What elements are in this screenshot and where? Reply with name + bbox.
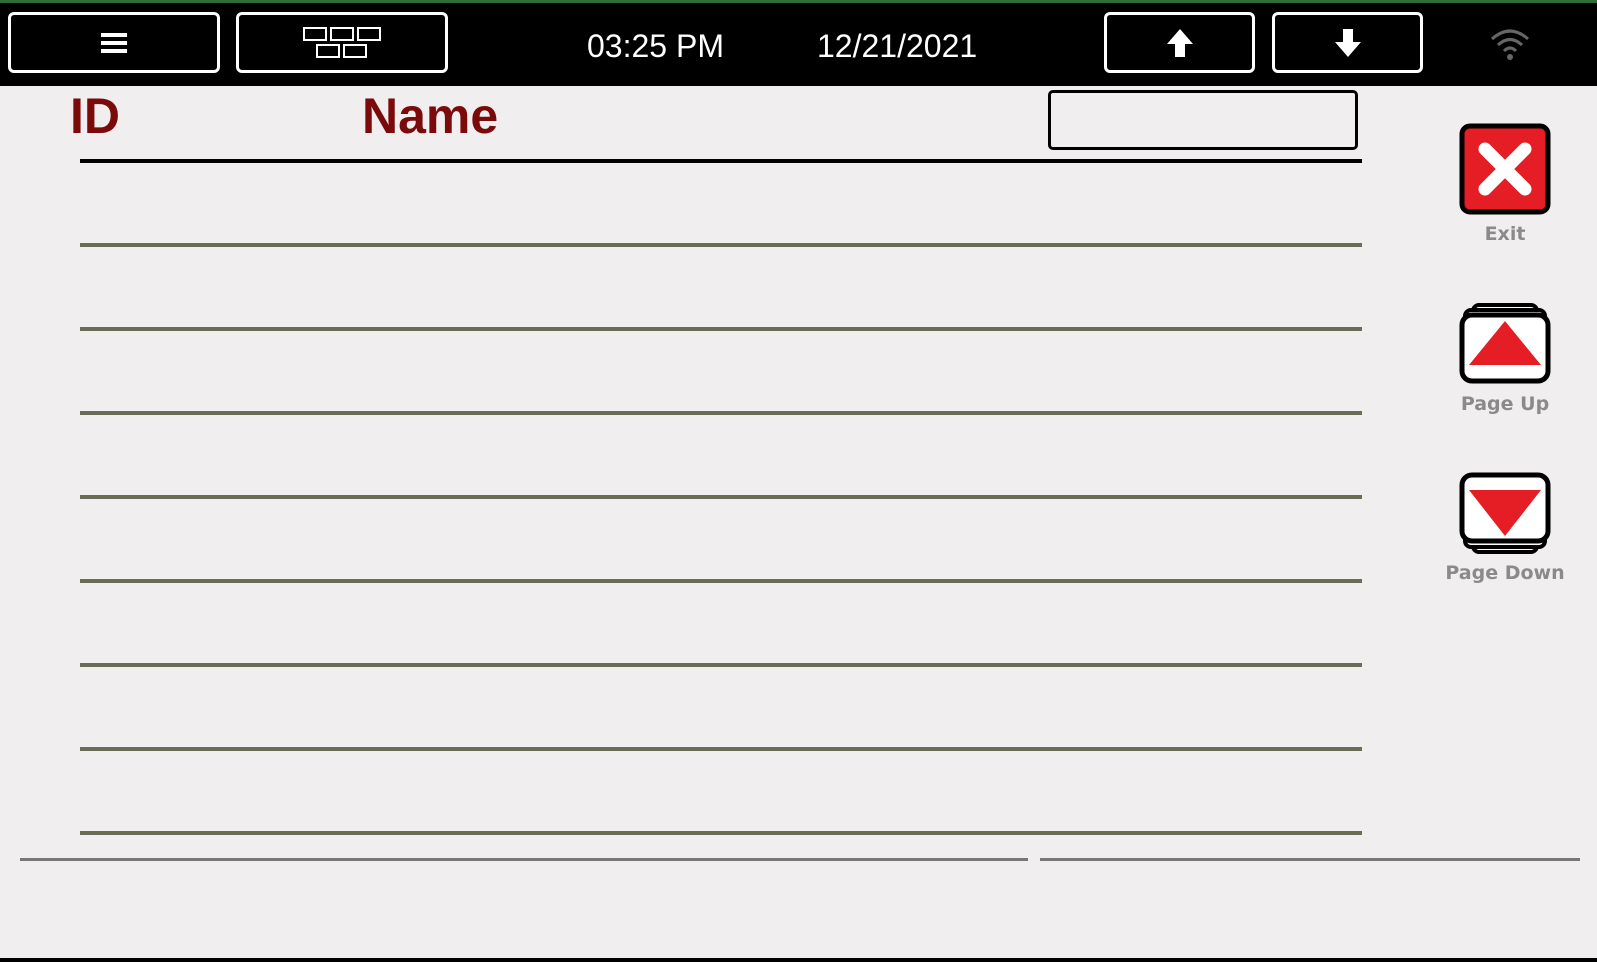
hamburger-icon <box>101 32 127 53</box>
table-row[interactable] <box>80 247 1362 331</box>
footer-divider-left <box>20 858 1028 861</box>
menu-button[interactable] <box>8 12 220 73</box>
page-down-icon <box>1459 472 1551 554</box>
page-down-label: Page Down <box>1445 562 1565 584</box>
scroll-down-button[interactable] <box>1272 12 1423 73</box>
table-row[interactable] <box>80 331 1362 415</box>
page-up-button[interactable]: Page Up <box>1445 303 1565 416</box>
exit-button[interactable]: Exit <box>1445 123 1565 246</box>
top-bar: 03:25 PM 12/21/2021 <box>0 0 1597 86</box>
grid-layout-icon <box>303 26 381 58</box>
page-up-label: Page Up <box>1460 393 1550 415</box>
search-input[interactable] <box>1048 90 1358 150</box>
table-row[interactable] <box>80 667 1362 751</box>
current-date: 12/21/2021 <box>817 28 978 64</box>
page-down-button[interactable]: Page Down <box>1445 472 1565 585</box>
arrow-down-icon <box>1334 28 1361 57</box>
clock-time: 03:25 PM <box>587 28 724 64</box>
arrow-up-icon <box>1166 28 1193 57</box>
close-icon <box>1459 123 1551 215</box>
table-row[interactable] <box>80 499 1362 583</box>
scroll-up-button[interactable] <box>1104 12 1255 73</box>
page-up-icon <box>1459 303 1551 384</box>
table-row[interactable] <box>80 583 1362 667</box>
layout-button[interactable] <box>236 12 448 73</box>
id-column-header: ID <box>70 88 120 144</box>
table-row[interactable] <box>80 415 1362 499</box>
bottom-border <box>0 958 1597 962</box>
footer-divider-right <box>1040 858 1580 861</box>
table-row[interactable] <box>80 751 1362 835</box>
name-column-header: Name <box>362 88 499 144</box>
wifi-icon <box>1491 29 1529 60</box>
exit-label: Exit <box>1484 223 1526 245</box>
table-row[interactable] <box>80 163 1362 247</box>
